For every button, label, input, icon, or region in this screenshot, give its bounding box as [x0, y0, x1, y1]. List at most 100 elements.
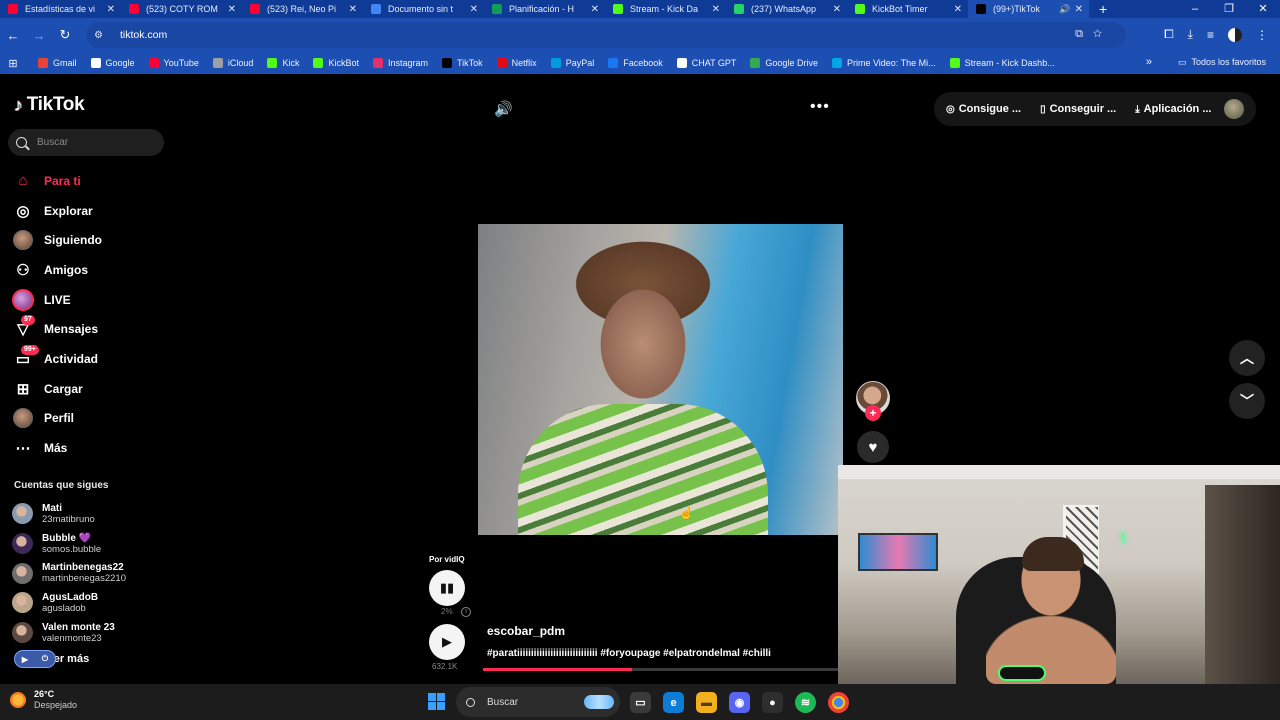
tab-close-icon[interactable]: ✕	[591, 4, 599, 15]
bookmark-item[interactable]: Facebook	[608, 58, 663, 68]
media-control-icon[interactable]: ≡	[1207, 28, 1214, 42]
sidebar-item-explorar[interactable]: ◎ Explorar	[12, 196, 172, 226]
following-account[interactable]: Bubble 💜 somos.bubble	[12, 529, 172, 559]
previous-video-button[interactable]: ︿	[1229, 340, 1265, 376]
bookmark-item[interactable]: Gmail	[38, 58, 77, 68]
video-caption[interactable]: #paratiiiiiiiiiiiiiiiiiiiiiiiiiiiii #for…	[487, 648, 771, 659]
sidebar-item-m-s[interactable]: ⋯ Más	[12, 433, 172, 463]
video-author[interactable]: escobar_pdm	[487, 624, 565, 638]
get-app-button[interactable]: ▯ Conseguir ...	[1040, 103, 1116, 115]
bookmark-item[interactable]: PayPal	[550, 58, 594, 68]
discord-icon[interactable]: ◉	[729, 692, 750, 713]
following-accounts-list: Mati 23matibruno Bubble 💜 somos.bubble Marti…	[12, 499, 172, 647]
extension-toggle[interactable]: ▶ ⏻	[14, 650, 56, 668]
windows-start-icon[interactable]	[428, 693, 445, 710]
sidebar-item-para-ti[interactable]: ⌂ Para ti	[12, 166, 172, 196]
following-account[interactable]: Valen monte 23 valenmonte23	[12, 618, 172, 648]
sidebar-item-amigos[interactable]: ⚇ Amigos	[12, 255, 172, 285]
user-avatar[interactable]	[1224, 99, 1244, 119]
stats-button[interactable]: ▮▮	[429, 570, 465, 606]
browser-tab[interactable]: (237) WhatsApp ✕	[726, 0, 847, 18]
all-bookmarks-folder[interactable]: Todos los favoritos	[1178, 57, 1266, 68]
get-coins-button[interactable]: ◎ Consigue ...	[946, 103, 1021, 115]
tab-close-icon[interactable]: ✕	[1075, 4, 1083, 15]
sidebar-item-cargar[interactable]: ⊞ Cargar	[12, 374, 172, 404]
file-explorer-icon[interactable]: ▬	[696, 692, 717, 713]
video-progress-bar[interactable]	[483, 668, 838, 671]
info-icon[interactable]: i	[461, 607, 471, 617]
chrome-icon[interactable]	[828, 692, 849, 713]
tiktok-logo[interactable]: ♪ TikTok	[14, 94, 85, 116]
tab-close-icon[interactable]: ✕	[470, 4, 478, 15]
tab-audio-icon[interactable]: 🔊	[1059, 4, 1070, 15]
cast-icon[interactable]: ⧉	[1075, 28, 1093, 40]
bookmark-star-icon[interactable]: ☆	[1093, 28, 1112, 40]
extensions-icon[interactable]: ⧠	[1164, 27, 1174, 42]
task-view-icon[interactable]: ▭	[630, 692, 651, 713]
bookmark-item[interactable]: TikTok	[442, 58, 483, 68]
bookmark-item[interactable]: Instagram	[372, 58, 428, 68]
tab-close-icon[interactable]: ✕	[833, 4, 841, 15]
bookmark-item[interactable]: Google	[90, 58, 135, 68]
sidebar-item-siguiendo[interactable]: Siguiendo	[12, 225, 172, 255]
sidebar-item-actividad[interactable]: ▭ 99+ Actividad	[12, 344, 172, 374]
sidebar-item-live[interactable]: LIVE	[12, 285, 172, 315]
obs-icon[interactable]: ●	[762, 692, 783, 713]
bookmark-item[interactable]: Google Drive	[750, 58, 818, 68]
site-info-icon[interactable]: ⚙	[94, 30, 110, 41]
tab-close-icon[interactable]: ✕	[954, 4, 962, 15]
sidebar-item-perfil[interactable]: Perfil	[12, 404, 172, 434]
following-account[interactable]: Mati 23matibruno	[12, 499, 172, 529]
back-button[interactable]: ←	[0, 28, 26, 43]
spotify-icon[interactable]: ≋	[795, 692, 816, 713]
browser-tab[interactable]: Stream - Kick Da ✕	[605, 0, 726, 18]
following-account[interactable]: AgusLadoB agusladob	[12, 588, 172, 618]
search-input[interactable]	[37, 137, 147, 148]
desktop-app-button[interactable]: ⤓ Aplicación ...	[1135, 103, 1211, 115]
video-player[interactable]: ☝	[478, 224, 843, 535]
bookmarks-overflow-icon[interactable]: »	[1146, 56, 1152, 68]
bookmark-item[interactable]: CHAT GPT	[676, 58, 736, 68]
browser-tab[interactable]: Planificación - H ✕	[484, 0, 605, 18]
bookmark-item[interactable]: iCloud	[212, 58, 253, 68]
forward-button[interactable]: →	[26, 28, 52, 43]
tab-close-icon[interactable]: ✕	[228, 4, 236, 15]
play-button[interactable]: ▶	[429, 624, 465, 660]
edge-icon[interactable]: e	[663, 692, 684, 713]
tab-close-icon[interactable]: ✕	[107, 4, 115, 15]
bookmark-item[interactable]: KickBot	[313, 58, 359, 68]
reload-button[interactable]: ↻	[52, 27, 78, 43]
minimize-button[interactable]: –	[1178, 0, 1212, 18]
next-video-button[interactable]: ﹀	[1229, 383, 1265, 419]
browser-tab[interactable]: (523) COTY ROM ✕	[121, 0, 242, 18]
sidebar-item-mensajes[interactable]: ▽ 97 Mensajes	[12, 314, 172, 344]
weather-widget[interactable]: 26°C Despejado	[10, 689, 77, 711]
browser-tab[interactable]: KickBot Timer ✕	[847, 0, 968, 18]
new-tab-button[interactable]: +	[1099, 1, 1107, 17]
tab-close-icon[interactable]: ✕	[349, 4, 357, 15]
taskbar-search[interactable]: Buscar	[456, 687, 620, 717]
tab-close-icon[interactable]: ✕	[712, 4, 720, 15]
bookmark-item[interactable]: Stream - Kick Dashb...	[949, 58, 1055, 68]
browser-tab[interactable]: (99+)TikTok 🔊 ✕	[968, 0, 1089, 18]
like-button[interactable]: ♥	[857, 431, 889, 463]
bookmark-item[interactable]: YouTube	[148, 58, 199, 68]
see-more-link[interactable]: ▶ ⏻ Ver más	[14, 650, 89, 668]
browser-tab[interactable]: Estadísticas de vi ✕	[0, 0, 121, 18]
bookmark-item[interactable]: Netflix	[496, 58, 537, 68]
browser-tab[interactable]: Documento sin t ✕	[363, 0, 484, 18]
chrome-menu-icon[interactable]: ⋮	[1256, 28, 1268, 42]
omnibox[interactable]: ⚙ tiktok.com ⧉☆	[86, 22, 1126, 48]
bookmark-item[interactable]: Prime Video: The Mi...	[831, 58, 936, 68]
browser-tab[interactable]: (523) Rei, Neo Pi ✕	[242, 0, 363, 18]
more-options-icon[interactable]: •••	[810, 98, 830, 116]
following-account[interactable]: Martinbenegas22 martinbenegas2210	[12, 558, 172, 588]
close-window-button[interactable]: ✕	[1246, 0, 1280, 18]
bookmark-item[interactable]: Kick	[267, 58, 299, 68]
follow-plus-icon[interactable]: +	[865, 405, 881, 421]
volume-icon[interactable]: 🔊	[494, 100, 513, 118]
apps-grid-icon[interactable]: ⊞	[2, 57, 24, 70]
restore-button[interactable]: ❐	[1212, 0, 1246, 18]
download-icon[interactable]: ⤓	[1188, 27, 1193, 42]
profile-avatar-icon[interactable]	[1228, 27, 1242, 42]
